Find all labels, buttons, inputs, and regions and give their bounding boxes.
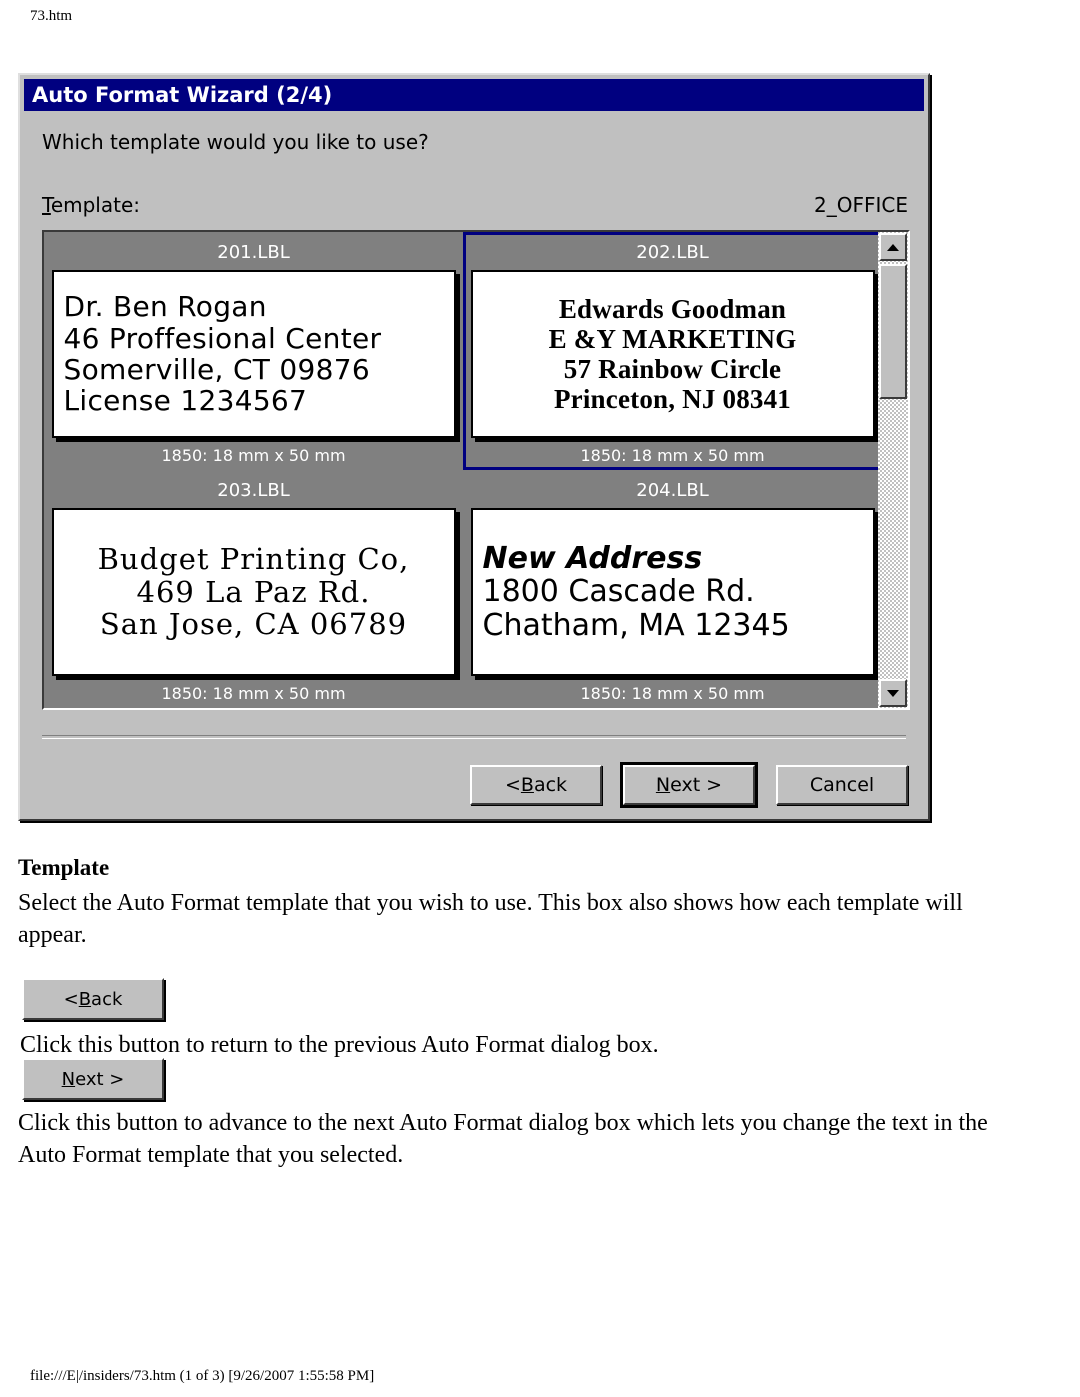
cancel-button[interactable]: Cancel bbox=[776, 765, 908, 805]
inline-back-accel: B bbox=[78, 988, 92, 1010]
dialog-separator bbox=[42, 735, 906, 739]
template-list-scrollbar[interactable] bbox=[878, 232, 908, 708]
back-button-accel: B bbox=[520, 774, 534, 796]
back-button-description-text: Click this button to return to the previ… bbox=[20, 1032, 659, 1058]
page-header-filename: 73.htm bbox=[30, 8, 73, 24]
inline-back-prefix: < bbox=[63, 988, 79, 1010]
template-preview: Edwards Goodman E &Y MARKETING 57 Rainbo… bbox=[470, 270, 875, 438]
page-footer-path: file:///E|/insiders/73.htm (1 of 3) [9/2… bbox=[30, 1368, 375, 1384]
section-heading: Template bbox=[18, 855, 110, 880]
template-grid: 201.LBL Dr. Ben Rogan 46 Proffesional Ce… bbox=[44, 232, 882, 708]
template-cell-title: 203.LBL bbox=[217, 480, 290, 501]
inline-back-label: ack bbox=[91, 988, 123, 1010]
scroll-up-button[interactable] bbox=[879, 233, 907, 261]
template-preview: Dr. Ben Rogan 46 Proffesional Center Som… bbox=[51, 270, 456, 438]
template-label-accel-char: T bbox=[42, 193, 51, 217]
template-section: Template bbox=[18, 855, 1028, 881]
inline-back-button[interactable]: < Back bbox=[22, 978, 164, 1020]
template-cell-size: 1850: 18 mm x 50 mm bbox=[161, 446, 346, 465]
back-button-description: Click this button to return to the previ… bbox=[20, 1030, 1030, 1062]
next-button-description: Click this button to advance to the next… bbox=[18, 1108, 1030, 1172]
scrollbar-thumb[interactable] bbox=[879, 264, 907, 399]
back-button-label: ack bbox=[533, 774, 568, 796]
preview-line: 46 Proffesional Center bbox=[63, 321, 382, 355]
template-cell-size: 1850: 18 mm x 50 mm bbox=[161, 684, 346, 703]
preview-line: Edwards Goodman bbox=[558, 293, 787, 324]
template-cell-size: 1850: 18 mm x 50 mm bbox=[580, 684, 765, 703]
preview-line: 57 Rainbow Circle bbox=[563, 354, 782, 384]
scroll-down-arrow-icon bbox=[887, 689, 899, 697]
next-button[interactable]: Next > bbox=[620, 762, 758, 808]
scroll-up-arrow-icon bbox=[887, 243, 899, 251]
preview-line: E &Y MARKETING bbox=[548, 323, 797, 354]
template-cell-203[interactable]: 203.LBL Budget Printing Co, 469 La Paz R… bbox=[44, 470, 463, 708]
preview-line: San Jose, CA 06789 bbox=[99, 607, 408, 642]
template-label-rest: emplate: bbox=[50, 193, 141, 217]
template-cell-title: 202.LBL bbox=[636, 242, 709, 263]
scroll-down-button[interactable] bbox=[879, 679, 907, 707]
template-listbox[interactable]: 201.LBL Dr. Ben Rogan 46 Proffesional Ce… bbox=[42, 230, 910, 710]
selected-template-set-name: 2_OFFICE bbox=[814, 193, 908, 217]
template-cell-201[interactable]: 201.LBL Dr. Ben Rogan 46 Proffesional Ce… bbox=[44, 232, 463, 470]
preview-line: Somerville, CT 09876 bbox=[63, 353, 370, 386]
preview-line: License 1234567 bbox=[63, 384, 308, 418]
inline-next-label: ext > bbox=[75, 1068, 125, 1090]
dialog-prompt: Which template would you like to use? bbox=[42, 130, 429, 154]
next-button-description-text: Click this button to advance to the next… bbox=[18, 1110, 988, 1168]
preview-line: 1800 Cascade Rd. bbox=[482, 574, 755, 610]
template-cell-size: 1850: 18 mm x 50 mm bbox=[580, 446, 765, 465]
next-button-accel: N bbox=[655, 774, 671, 796]
preview-line: 469 La Paz Rd. bbox=[136, 574, 371, 609]
template-cell-202[interactable]: 202.LBL Edwards Goodman E &Y MARKETING 5… bbox=[463, 232, 882, 470]
dialog-titlebar: Auto Format Wizard (2/4) bbox=[24, 79, 924, 111]
template-cell-title: 204.LBL bbox=[636, 480, 709, 501]
template-cell-title: 201.LBL bbox=[217, 242, 290, 263]
template-cell-204[interactable]: 204.LBL New Address 1800 Cascade Rd. Cha… bbox=[463, 470, 882, 708]
inline-next-button[interactable]: Next > bbox=[22, 1058, 164, 1100]
template-preview: New Address 1800 Cascade Rd. Chatham, MA… bbox=[470, 508, 875, 676]
preview-line: New Address bbox=[482, 540, 703, 576]
template-field-label: Template: bbox=[42, 193, 140, 217]
next-button-label: ext > bbox=[670, 774, 723, 796]
dialog-button-row: < Back Next > Cancel bbox=[470, 762, 908, 808]
cancel-button-label: Cancel bbox=[809, 774, 875, 796]
template-description: Select the Auto Format template that you… bbox=[18, 888, 1028, 952]
inline-next-accel: N bbox=[61, 1068, 76, 1090]
back-button-prefix: < bbox=[504, 774, 521, 796]
template-description-text: Select the Auto Format template that you… bbox=[18, 890, 963, 948]
back-button[interactable]: < Back bbox=[470, 765, 602, 805]
preview-line: Chatham, MA 12345 bbox=[482, 607, 790, 643]
auto-format-wizard-dialog: Auto Format Wizard (2/4) Which template … bbox=[18, 73, 930, 821]
preview-line: Princeton, NJ 08341 bbox=[553, 384, 792, 415]
preview-line: Budget Printing Co, bbox=[97, 542, 410, 577]
preview-line: Dr. Ben Rogan bbox=[63, 290, 267, 324]
dialog-title: Auto Format Wizard (2/4) bbox=[32, 83, 333, 107]
template-preview: Budget Printing Co, 469 La Paz Rd. San J… bbox=[51, 508, 456, 676]
